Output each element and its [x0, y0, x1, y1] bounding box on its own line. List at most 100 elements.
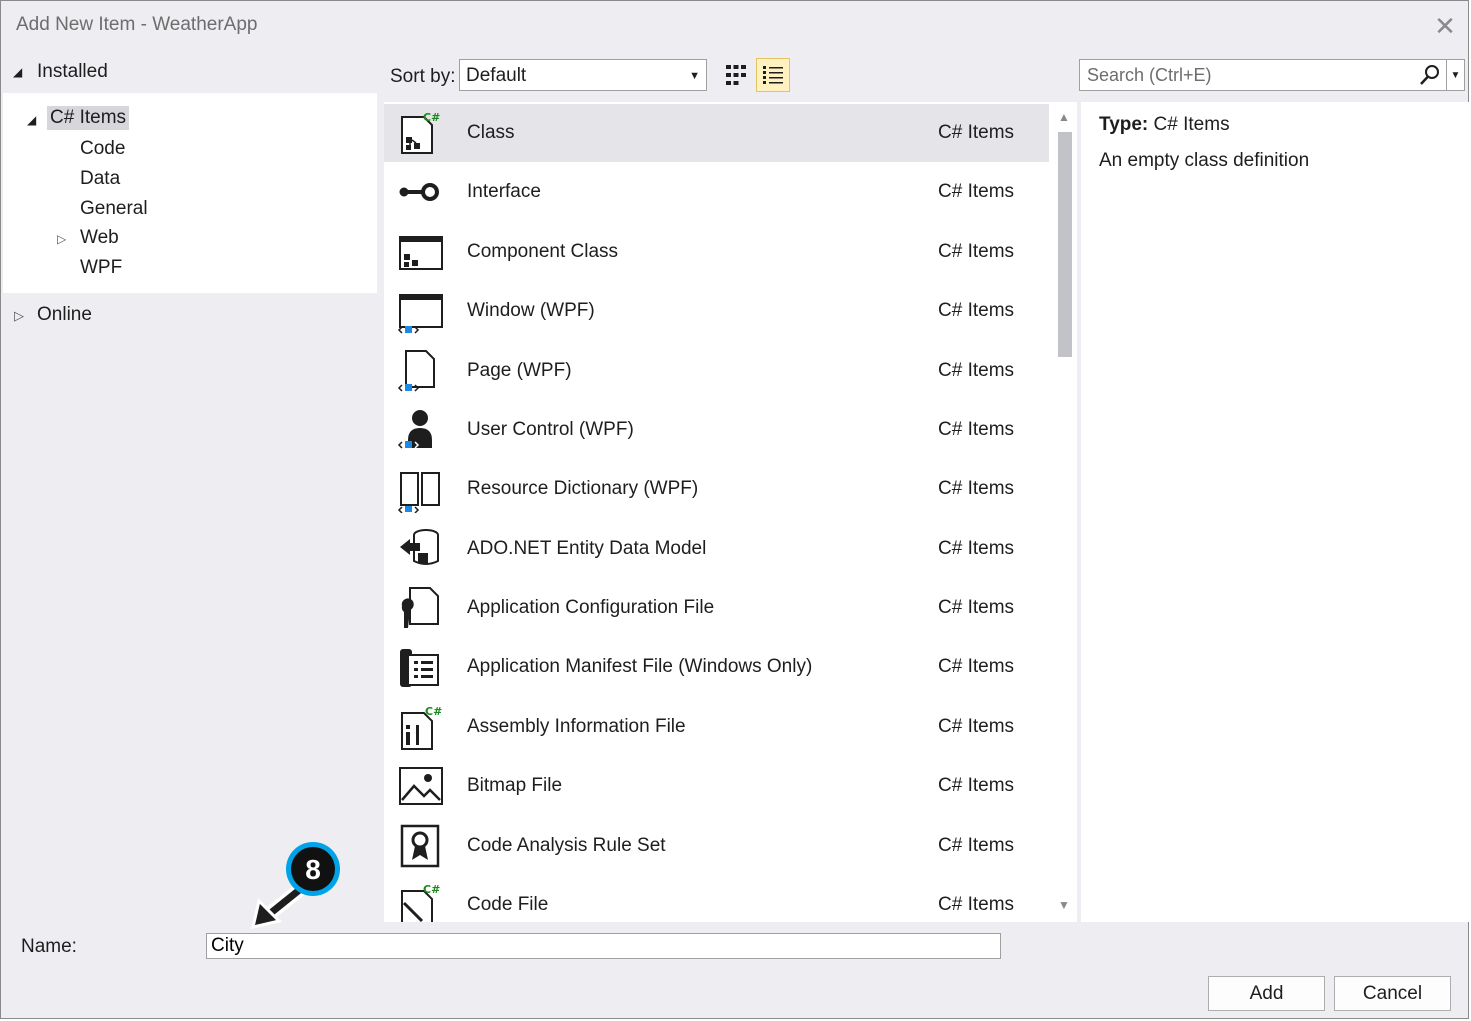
tree-item-code[interactable]: Code	[80, 138, 125, 160]
type-value: C# Items	[1153, 114, 1230, 135]
template-name: Resource Dictionary (WPF)	[467, 478, 699, 499]
close-button[interactable]: ✕	[1428, 9, 1462, 43]
expand-arrow-icon[interactable]: ◢	[27, 113, 36, 127]
template-row-application-configuration-file[interactable]: Application Configuration File C# Items	[384, 579, 1049, 637]
svg-text:C#: C#	[425, 705, 442, 718]
tree-item-web[interactable]: Web	[80, 227, 119, 249]
assembly-info-icon: C#	[401, 705, 442, 750]
interface-icon	[399, 183, 439, 201]
grid-view-icon	[726, 65, 746, 85]
template-name: Assembly Information File	[467, 716, 686, 737]
template-category: C# Items	[938, 538, 1015, 559]
step-number: 8	[305, 854, 321, 885]
search-input[interactable]	[1080, 60, 1410, 90]
template-row-page-wpf[interactable]: Page (WPF) C# Items	[384, 342, 1049, 400]
template-category: C# Items	[938, 181, 1015, 202]
class-icon: C#	[401, 111, 440, 154]
scroll-thumb[interactable]	[1058, 132, 1072, 357]
template-row-bitmap-file[interactable]: Bitmap File C# Items	[384, 757, 1049, 815]
template-name: Application Configuration File	[467, 597, 715, 618]
template-description: An empty class definition	[1099, 150, 1310, 171]
template-row-window-wpf[interactable]: Window (WPF) C# Items	[384, 282, 1049, 340]
template-category: C# Items	[938, 360, 1015, 381]
tree-node-online[interactable]: ▷ Online	[1, 301, 377, 331]
small-icons-view-button[interactable]	[722, 61, 750, 89]
name-label: Name:	[21, 936, 77, 957]
template-row-code-analysis-rule-set[interactable]: Code Analysis Rule Set C# Items	[384, 817, 1049, 875]
name-field[interactable]	[206, 933, 1001, 959]
step-callout-badge: 8	[251, 842, 340, 930]
add-new-item-dialog: Add New Item - WeatherApp ✕ ◢ Installed …	[0, 0, 1469, 1019]
template-name: Class	[467, 122, 515, 143]
template-name: ADO.NET Entity Data Model	[467, 538, 707, 559]
template-name: Window (WPF)	[467, 300, 595, 321]
manifest-file-icon	[400, 649, 439, 687]
sort-by-label: Sort by:	[390, 66, 456, 87]
details-pane: Type: C# Items An empty class definition	[1081, 102, 1469, 922]
tree-item-data[interactable]: Data	[80, 168, 120, 190]
template-category: C# Items	[938, 775, 1015, 796]
tree-item-csharp-items[interactable]: C# Items	[47, 106, 130, 130]
template-category: C# Items	[938, 122, 1015, 143]
rule-set-icon	[400, 824, 440, 868]
template-row-component-class[interactable]: Component Class C# Items	[384, 223, 1049, 281]
tree-item-wpf[interactable]: WPF	[80, 257, 122, 279]
search-icon[interactable]	[1419, 64, 1441, 86]
template-name: Page (WPF)	[467, 360, 572, 381]
template-category: C# Items	[938, 835, 1015, 856]
template-category: C# Items	[938, 716, 1015, 737]
add-button[interactable]: Add	[1208, 976, 1325, 1011]
code-file-icon: C#	[401, 883, 440, 922]
template-name: Code Analysis Rule Set	[467, 835, 666, 856]
template-name: Application Manifest File (Windows Only)	[467, 656, 813, 677]
list-view-icon	[763, 66, 783, 84]
scroll-up-arrow-icon[interactable]: ▲	[1058, 110, 1070, 124]
template-type: Type: C# Items	[1099, 114, 1230, 136]
template-category: C# Items	[938, 300, 1015, 321]
window-title: Add New Item - WeatherApp	[16, 14, 258, 35]
template-category: C# Items	[938, 894, 1015, 915]
config-file-icon	[401, 587, 439, 628]
wpf-window-icon	[397, 294, 443, 334]
template-row-ado-net-entity-data-model[interactable]: ADO.NET Entity Data Model C# Items	[384, 520, 1049, 578]
component-class-icon	[399, 236, 443, 270]
template-row-application-manifest-file[interactable]: Application Manifest File (Windows Only)…	[384, 638, 1049, 696]
tree-node-installed-label: Installed	[37, 61, 108, 82]
template-name: Bitmap File	[467, 775, 563, 796]
collapse-arrow-icon[interactable]: ▷	[57, 232, 66, 246]
chevron-down-icon: ▼	[689, 70, 700, 82]
svg-text:C#: C#	[423, 883, 440, 896]
tree-item-general[interactable]: General	[80, 198, 148, 220]
template-category: C# Items	[938, 656, 1015, 677]
template-name: Code File	[467, 894, 549, 915]
search-field[interactable]	[1079, 59, 1447, 91]
template-row-assembly-information-file[interactable]: C# Assembly Information File C# Items	[384, 698, 1049, 756]
template-name: User Control (WPF)	[467, 419, 634, 440]
expand-arrow-icon[interactable]: ◢	[13, 65, 22, 79]
template-name: Interface	[467, 181, 541, 202]
template-tree: ◢ C# Items Code Data General ▷ Web WPF	[3, 93, 377, 293]
title-bar: Add New Item - WeatherApp ✕	[1, 1, 1468, 51]
sort-by-dropdown[interactable]: Default ▼	[459, 59, 707, 91]
close-icon: ✕	[1434, 10, 1456, 41]
collapse-arrow-icon[interactable]: ▷	[14, 308, 24, 324]
tree-node-installed[interactable]: ◢ Installed	[1, 51, 377, 93]
template-row-resource-dictionary-wpf[interactable]: Resource Dictionary (WPF) C# Items	[384, 460, 1049, 518]
template-list: C# Class C# Items Interface C# Items Com…	[384, 102, 1053, 922]
template-category: C# Items	[938, 241, 1015, 262]
cancel-button[interactable]: Cancel	[1334, 976, 1451, 1011]
type-label: Type:	[1099, 114, 1149, 135]
template-row-user-control-wpf[interactable]: User Control (WPF) C# Items	[384, 401, 1049, 459]
search-options-dropdown[interactable]: ▼	[1447, 59, 1465, 91]
template-row-interface[interactable]: Interface C# Items	[384, 163, 1049, 221]
template-name: Component Class	[467, 241, 619, 262]
scroll-down-arrow-icon[interactable]: ▼	[1058, 898, 1070, 912]
wpf-page-icon	[397, 350, 435, 392]
list-view-button[interactable]	[756, 58, 790, 92]
template-category: C# Items	[938, 419, 1015, 440]
template-row-class[interactable]: C# Class C# Items	[384, 104, 1049, 162]
tree-node-online-label: Online	[37, 304, 92, 325]
bitmap-icon	[399, 767, 443, 805]
template-list-scrollbar[interactable]: ▲ ▼	[1053, 102, 1077, 922]
template-row-code-file[interactable]: C# Code File C# Items	[384, 876, 1049, 922]
